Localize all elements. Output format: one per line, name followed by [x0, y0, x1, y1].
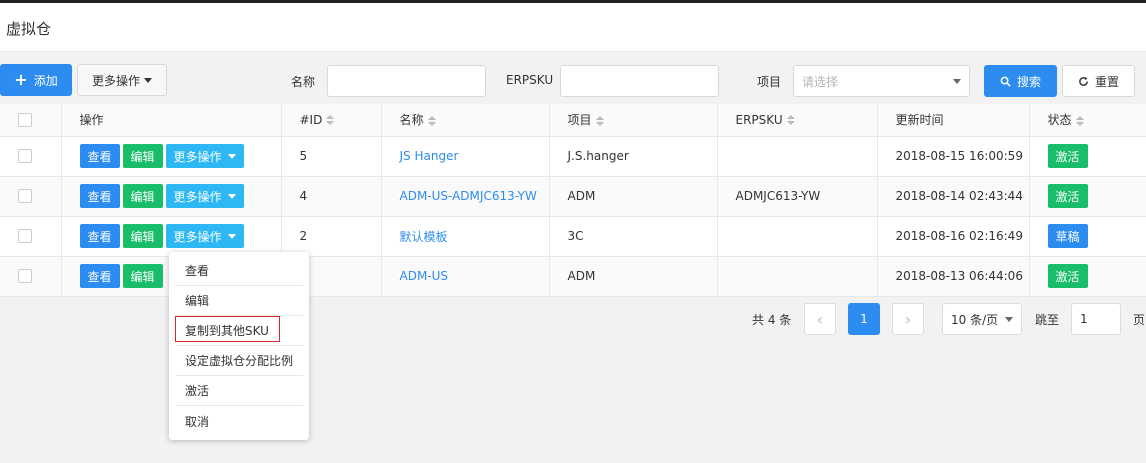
plus-icon: +	[14, 70, 28, 89]
page-title: 虚拟仓	[6, 20, 52, 38]
jump-label: 跳至	[1035, 313, 1060, 327]
chevron-down-icon	[1005, 316, 1013, 322]
row-actions-dropdown-menu: 查看 编辑 复制到其他SKU 设定虚拟仓分配比例 激活 取消	[169, 252, 309, 440]
sort-icon[interactable]	[1075, 115, 1084, 126]
row-checkbox[interactable]	[18, 269, 32, 284]
select-all-checkbox[interactable]	[18, 113, 32, 127]
menu-item-copy-to-other-sku[interactable]: 复制到其他SKU	[175, 316, 303, 346]
row-checkbox[interactable]	[18, 189, 32, 204]
more-actions-dropdown-button[interactable]: 更多操作	[165, 184, 244, 208]
cell-updated: 2018-08-13 06:44:06	[877, 256, 1030, 297]
caret-down-icon	[227, 193, 236, 199]
refresh-icon	[1079, 76, 1088, 86]
name-link[interactable]: ADM-US	[400, 269, 449, 283]
menu-item-activate[interactable]: 激活	[175, 376, 303, 406]
chevron-left-icon: ‹	[816, 309, 824, 329]
status-badge: 激活	[1047, 264, 1088, 288]
toolbar: + 添加 更多操作 名称 ERPSKU 项目 请选择 搜索 重置	[0, 52, 1146, 104]
caret-down-icon	[227, 233, 236, 239]
name-link[interactable]: 默认模板	[400, 230, 448, 244]
header-project[interactable]: 项目	[549, 104, 718, 137]
page-size-select[interactable]: 10 条/页	[942, 303, 1022, 335]
name-link[interactable]: ADM-US-ADMJC613-YW	[400, 189, 537, 203]
table-row: 查看 编辑 更多操作 2 默认模板 3C 2018-08-16 02:16:49 草…	[0, 216, 1146, 257]
row-checkbox[interactable]	[18, 229, 32, 244]
search-button[interactable]: 搜索	[984, 65, 1057, 97]
cell-id: 4	[281, 176, 382, 217]
reset-button[interactable]: 重置	[1062, 65, 1135, 97]
table-header-row: 操作 #ID 名称 项目 ERPSKU 更新时间 状态	[0, 104, 1146, 137]
more-actions-dropdown-button[interactable]: 更多操作	[165, 144, 244, 168]
erpsku-filter-input[interactable]	[560, 65, 719, 97]
header-updated: 更新时间	[877, 104, 1030, 137]
view-button[interactable]: 查看	[79, 184, 120, 208]
menu-item-set-allocation-ratio[interactable]: 设定虚拟仓分配比例	[175, 346, 303, 376]
menu-item-view[interactable]: 查看	[175, 256, 303, 286]
status-badge: 激活	[1047, 144, 1088, 168]
name-filter-label: 名称	[291, 75, 316, 89]
chevron-down-icon	[953, 78, 961, 84]
table-row: 查看 编辑 更多操作 5 JS Hanger J.S.hanger 2018-08-…	[0, 136, 1146, 177]
cell-erpsku	[717, 136, 878, 177]
total-count: 共 4 条	[752, 313, 792, 327]
cell-project: 3C	[549, 216, 718, 257]
name-filter-input[interactable]	[327, 65, 486, 97]
edit-button[interactable]: 编辑	[122, 144, 163, 168]
select-all-cell	[0, 104, 62, 137]
header-actions: 操作	[61, 104, 282, 137]
header-id[interactable]: #ID	[281, 104, 382, 137]
view-button[interactable]: 查看	[79, 264, 120, 288]
add-button[interactable]: + 添加	[0, 64, 72, 96]
cell-project: ADM	[549, 176, 718, 217]
cell-updated: 2018-08-16 02:16:49	[877, 216, 1030, 257]
edit-button[interactable]: 编辑	[122, 224, 163, 248]
edit-button[interactable]: 编辑	[122, 184, 163, 208]
status-badge: 激活	[1047, 184, 1088, 208]
project-select[interactable]: 请选择	[793, 65, 970, 97]
cell-project: ADM	[549, 256, 718, 297]
search-icon	[1000, 76, 1011, 87]
view-button[interactable]: 查看	[79, 144, 120, 168]
table-row: 查看 编辑 更多操作 4 ADM-US-ADMJC613-YW ADM ADMJC6…	[0, 176, 1146, 217]
more-actions-button[interactable]: 更多操作	[77, 64, 167, 96]
cell-id: 5	[281, 136, 382, 177]
status-badge: 草稿	[1047, 224, 1088, 248]
edit-button[interactable]: 编辑	[122, 264, 163, 288]
cell-erpsku	[717, 256, 878, 297]
page-suffix: 页	[1133, 313, 1146, 327]
row-checkbox[interactable]	[18, 149, 32, 164]
caret-down-icon	[227, 153, 236, 159]
sort-icon[interactable]	[427, 115, 436, 126]
project-filter-label: 项目	[757, 75, 782, 89]
menu-item-edit[interactable]: 编辑	[175, 286, 303, 316]
page-button-current[interactable]: 1	[848, 303, 880, 335]
next-page-button[interactable]: ›	[892, 303, 924, 335]
cell-erpsku: ADMJC613-YW	[717, 176, 878, 217]
title-bar: 虚拟仓	[0, 3, 1146, 52]
chevron-right-icon: ›	[904, 309, 912, 329]
jump-page-input[interactable]: 1	[1071, 303, 1121, 335]
header-name[interactable]: 名称	[381, 104, 550, 137]
cell-erpsku	[717, 216, 878, 257]
cell-updated: 2018-08-15 16:00:59	[877, 136, 1030, 177]
header-status[interactable]: 状态	[1029, 104, 1146, 137]
cell-project: J.S.hanger	[549, 136, 718, 177]
view-button[interactable]: 查看	[79, 224, 120, 248]
name-link[interactable]: JS Hanger	[400, 149, 459, 163]
erpsku-filter-label: ERPSKU	[506, 73, 554, 87]
sort-icon[interactable]	[595, 115, 604, 126]
more-actions-dropdown-button[interactable]: 更多操作	[165, 224, 244, 248]
prev-page-button[interactable]: ‹	[804, 303, 836, 335]
menu-item-cancel[interactable]: 取消	[175, 406, 303, 436]
caret-down-icon	[144, 77, 152, 83]
sort-icon[interactable]	[326, 115, 335, 126]
cell-id: 2	[281, 216, 382, 257]
header-erpsku[interactable]: ERPSKU	[717, 104, 878, 137]
cell-updated: 2018-08-14 02:43:44	[877, 176, 1030, 217]
sort-icon[interactable]	[786, 115, 795, 126]
